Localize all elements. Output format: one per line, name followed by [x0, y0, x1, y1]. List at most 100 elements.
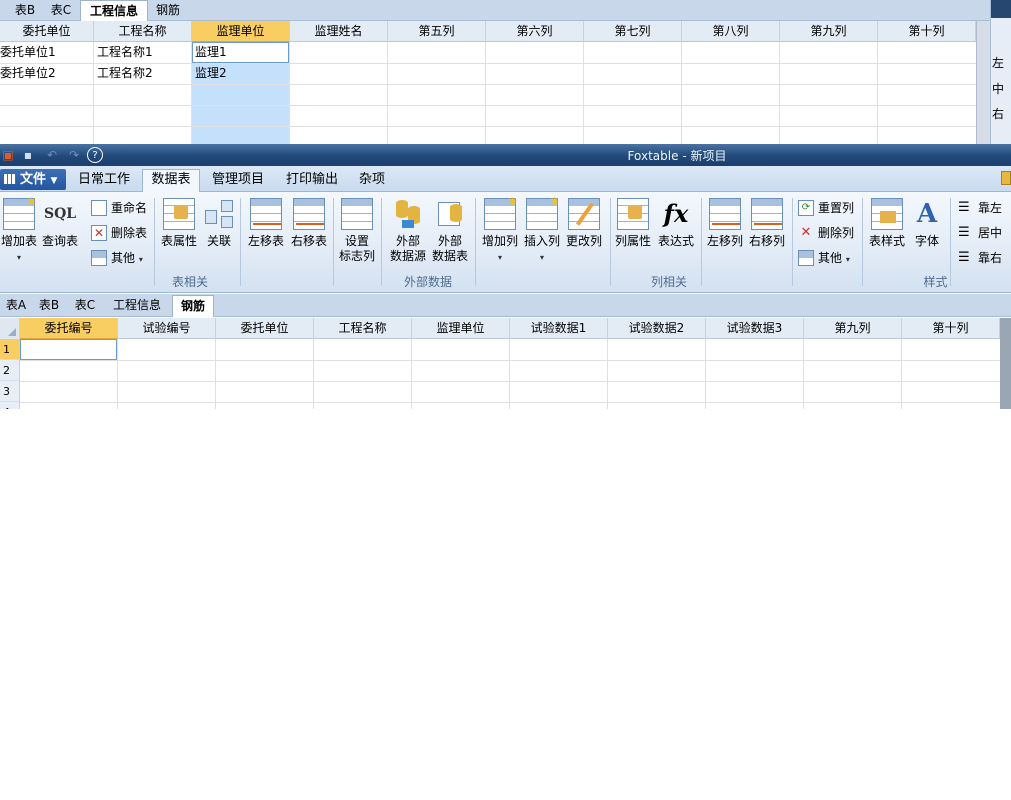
- tab-table-c[interactable]: 表C: [44, 0, 78, 21]
- column-header[interactable]: 第九列: [780, 21, 878, 42]
- column-header[interactable]: 试验数据1: [510, 318, 608, 339]
- change-column-label: 更改列: [565, 234, 602, 248]
- table-properties-button[interactable]: 表属性: [158, 198, 200, 270]
- rename-table-button[interactable]: 重命名: [91, 198, 147, 218]
- relation-button[interactable]: 关联: [202, 198, 236, 270]
- other-icon: [798, 250, 814, 266]
- column-header[interactable]: 第八列: [682, 21, 780, 42]
- column-header[interactable]: 监理姓名: [290, 21, 388, 42]
- top-column-header: 委托单位 工程名称 监理单位 监理姓名 第五列 第六列 第七列 第八列 第九列 …: [0, 21, 976, 42]
- align-center-option[interactable]: 中: [991, 80, 1005, 97]
- column-header[interactable]: 第七列: [584, 21, 682, 42]
- row-header[interactable]: 4: [0, 402, 20, 409]
- external-table-button[interactable]: 外部 数据表: [430, 198, 470, 270]
- column-properties-icon: [617, 198, 649, 230]
- table-other-button[interactable]: 其他 ▾: [91, 248, 143, 268]
- main-data-grid[interactable]: 1 2 3 4: [0, 339, 1000, 409]
- table-style-button[interactable]: 表样式: [866, 198, 908, 270]
- move-right-label: 右移表: [290, 234, 327, 248]
- column-header[interactable]: 监理单位: [412, 318, 510, 339]
- align-center-label: 居中: [978, 226, 1003, 240]
- column-header-selected[interactable]: 委托编号: [20, 318, 118, 339]
- align-left-button[interactable]: ☰ 靠左: [958, 198, 1002, 218]
- other-icon: [91, 250, 107, 266]
- rename-icon: [91, 200, 107, 216]
- tab-rebar[interactable]: 钢筋: [172, 295, 214, 317]
- tab-manage-project[interactable]: 管理项目: [206, 170, 270, 192]
- row-header[interactable]: 3: [0, 381, 20, 402]
- column-header[interactable]: 工程名称: [314, 318, 412, 339]
- top-data-grid[interactable]: 委托单位1 工程名称1 监理1 委托单位2 工程名称2 监理2: [0, 42, 976, 144]
- column-properties-button[interactable]: 列属性: [613, 198, 653, 270]
- expression-label: 表达式: [657, 234, 694, 248]
- tab-table-a[interactable]: 表A: [2, 295, 30, 316]
- tab-data-table[interactable]: 数据表: [142, 169, 200, 193]
- file-menu-button[interactable]: 文件 ▼: [0, 169, 66, 190]
- column-header[interactable]: 第六列: [486, 21, 584, 42]
- table-cell[interactable]: 监理1: [193, 42, 227, 63]
- tab-table-b[interactable]: 表B: [34, 295, 64, 316]
- column-header[interactable]: 试验数据2: [608, 318, 706, 339]
- tab-project-info[interactable]: 工程信息: [106, 295, 168, 316]
- tab-daily-work[interactable]: 日常工作: [72, 170, 136, 192]
- sheet-tabs: 表A 表B 表C 工程信息 钢筋: [0, 294, 1011, 317]
- add-table-button[interactable]: ✷ 增加表 ▾: [0, 196, 38, 270]
- column-header[interactable]: 试验编号: [118, 318, 216, 339]
- align-right-option[interactable]: 右: [991, 105, 1005, 122]
- tab-table-c[interactable]: 表C: [70, 295, 100, 316]
- align-right-button[interactable]: ☰ 靠右: [958, 248, 1002, 268]
- database-icon: [392, 198, 424, 230]
- select-all-corner[interactable]: [0, 318, 20, 339]
- lock-icon[interactable]: [1001, 171, 1011, 185]
- table-cell[interactable]: 委托单位2: [0, 63, 56, 84]
- table-cell[interactable]: 工程名称2: [95, 63, 153, 84]
- align-center-button[interactable]: ☰ 居中: [958, 223, 1002, 243]
- external-datasource-button[interactable]: 外部 数据源: [388, 198, 428, 270]
- column-header-selected[interactable]: 监理单位: [192, 21, 290, 42]
- top-vertical-scrollbar[interactable]: [976, 21, 990, 144]
- tab-print-output[interactable]: 打印输出: [280, 170, 344, 192]
- tab-project-info[interactable]: 工程信息: [80, 0, 148, 22]
- column-other-label: 其他: [818, 251, 843, 265]
- column-header[interactable]: 工程名称: [94, 21, 192, 42]
- insert-column-icon: ✷: [526, 196, 560, 230]
- expression-button[interactable]: fx 表达式: [655, 198, 697, 270]
- query-table-button[interactable]: SQL 查询表: [40, 198, 80, 270]
- add-column-button[interactable]: ✷ 增加列 ▾: [480, 196, 520, 270]
- font-button[interactable]: A 字体: [908, 198, 946, 270]
- column-header[interactable]: 第五列: [388, 21, 486, 42]
- sql-icon: SQL: [44, 206, 77, 222]
- column-header[interactable]: 第十列: [902, 318, 1000, 339]
- column-header[interactable]: 委托单位: [0, 21, 94, 42]
- table-cell[interactable]: 监理2: [193, 63, 227, 84]
- insert-column-button[interactable]: ✷ 插入列 ▾: [522, 196, 562, 270]
- add-column-icon: ✷: [484, 196, 518, 230]
- column-header[interactable]: 第九列: [804, 318, 902, 339]
- tab-table-b[interactable]: 表B: [8, 0, 42, 21]
- table-properties-icon: [163, 198, 195, 230]
- delete-table-button[interactable]: ✕ 删除表: [91, 223, 147, 243]
- change-column-button[interactable]: 更改列: [564, 198, 604, 270]
- table-cell[interactable]: 工程名称1: [95, 42, 153, 63]
- align-left-option[interactable]: 左: [991, 54, 1005, 71]
- tab-misc[interactable]: 杂项: [352, 170, 392, 192]
- current-cell[interactable]: [20, 339, 117, 360]
- table-cell[interactable]: 委托单位1: [0, 42, 56, 63]
- move-table-left-button[interactable]: 左移表: [245, 198, 287, 270]
- move-column-right-button[interactable]: 右移列: [746, 198, 788, 270]
- column-header[interactable]: 委托单位: [216, 318, 314, 339]
- file-menu-icon: [4, 174, 16, 184]
- main-vertical-scrollbar[interactable]: [1000, 318, 1011, 409]
- column-header[interactable]: 试验数据3: [706, 318, 804, 339]
- column-other-button[interactable]: 其他 ▾: [798, 248, 850, 268]
- add-table-icon: ✷: [3, 196, 37, 230]
- row-header[interactable]: 2: [0, 360, 20, 381]
- move-column-left-button[interactable]: 左移列: [704, 198, 746, 270]
- reset-column-button[interactable]: ⟳ 重置列: [798, 198, 854, 218]
- move-table-right-button[interactable]: 右移表: [288, 198, 330, 270]
- set-flag-column-button[interactable]: 设置 标志列: [336, 198, 378, 270]
- column-header[interactable]: 第十列: [878, 21, 976, 42]
- tab-rebar[interactable]: 钢筋: [150, 0, 186, 21]
- row-header[interactable]: 1: [0, 339, 20, 360]
- delete-column-button[interactable]: ✕ 删除列: [798, 223, 854, 243]
